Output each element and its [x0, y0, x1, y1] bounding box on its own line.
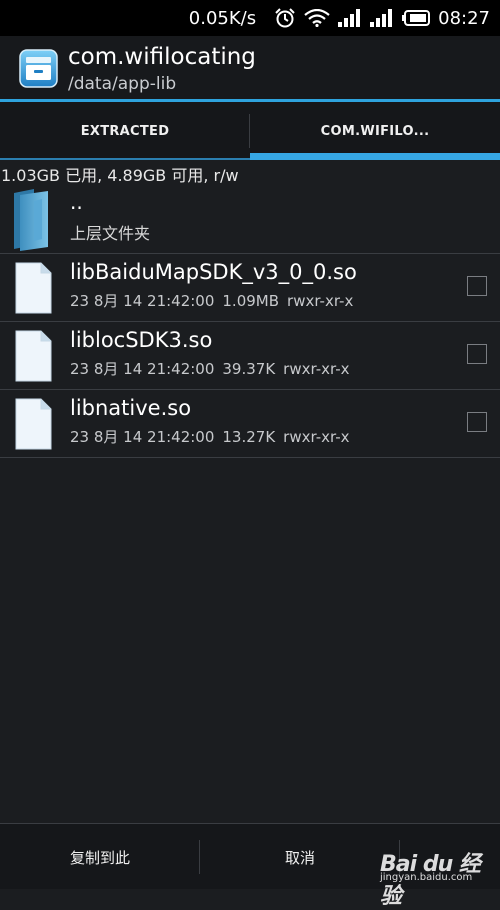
folder-icon — [12, 187, 50, 251]
page-title: com.wifilocating — [68, 44, 256, 70]
clock: 08:27 — [438, 7, 490, 29]
parent-folder-name: .. — [70, 190, 83, 214]
parent-folder-row[interactable]: .. 上层文件夹 — [0, 186, 500, 254]
file-meta: 23 8月 14 21:42:00 39.37K rwxr-xr-x — [70, 358, 357, 379]
storage-info: 1.03GB 已用, 4.89GB 可用, r/w — [1, 166, 239, 185]
status-bar: 0.05K/s 08:27 — [0, 0, 500, 36]
watermark-url: jingyan.baidu.com — [380, 872, 473, 883]
file-name: libnative.so — [70, 396, 192, 420]
file-date: 23 8月 14 21:42:00 — [70, 360, 215, 378]
current-path: /data/app-lib — [68, 74, 177, 94]
file-meta: 23 8月 14 21:42:00 1.09MB rwxr-xr-x — [70, 290, 361, 311]
copy-here-label: 复制到此 — [69, 848, 130, 867]
tab-label: COM.WIFILO... — [320, 123, 430, 139]
tab-active-indicator — [250, 153, 500, 160]
list-item[interactable]: libnative.so 23 8月 14 21:42:00 13.27K rwxr… — [0, 390, 500, 458]
tab-extracted[interactable]: EXTRACTED — [0, 102, 250, 160]
copy-here-button[interactable]: 复制到此 — [0, 824, 200, 890]
file-permissions: rwxr-xr-x — [283, 360, 350, 378]
signal-icon — [338, 9, 362, 27]
file-select-checkbox[interactable] — [467, 276, 487, 296]
battery-icon — [402, 10, 431, 26]
tab-underline — [0, 158, 250, 160]
file-date: 23 8月 14 21:42:00 — [70, 292, 215, 310]
file-select-checkbox[interactable] — [467, 344, 487, 364]
file-size: 13.27K — [222, 428, 276, 446]
tab-current-folder[interactable]: COM.WIFILO... — [250, 102, 500, 160]
file-size: 39.37K — [222, 360, 276, 378]
file-meta: 23 8月 14 21:42:00 13.27K rwxr-xr-x — [70, 426, 357, 447]
action-bar: com.wifilocating /data/app-lib — [0, 36, 500, 100]
file-icon — [15, 262, 52, 314]
tab-bar: EXTRACTED COM.WIFILO... — [0, 102, 500, 160]
file-size: 1.09MB — [222, 292, 280, 310]
cancel-button[interactable]: 取消 — [200, 824, 400, 890]
file-icon — [15, 398, 52, 450]
cancel-label: 取消 — [284, 848, 315, 867]
baidu-watermark: Bai du 经验 jingyan.baidu.com — [380, 832, 498, 909]
file-permissions: rwxr-xr-x — [283, 428, 350, 446]
tab-label: EXTRACTED — [80, 123, 170, 139]
file-name: liblocSDK3.so — [70, 328, 213, 352]
file-icon — [15, 330, 52, 382]
wifi-icon — [304, 9, 330, 27]
network-speed: 0.05K/s — [188, 7, 257, 29]
file-list: .. 上层文件夹 libBaiduMapSDK_v3_0_0.so 23 8月 … — [0, 186, 500, 458]
parent-folder-label: 上层文件夹 — [70, 224, 151, 243]
signal-icon — [370, 9, 394, 27]
list-item[interactable]: liblocSDK3.so 23 8月 14 21:42:00 39.37K rwx… — [0, 322, 500, 390]
file-name: libBaiduMapSDK_v3_0_0.so — [70, 260, 357, 284]
list-item[interactable]: libBaiduMapSDK_v3_0_0.so 23 8月 14 21:42:… — [0, 254, 500, 322]
alarm-icon — [274, 8, 296, 28]
file-date: 23 8月 14 21:42:00 — [70, 428, 215, 446]
file-permissions: rwxr-xr-x — [287, 292, 354, 310]
file-manager-icon[interactable] — [19, 49, 58, 88]
file-select-checkbox[interactable] — [467, 412, 487, 432]
